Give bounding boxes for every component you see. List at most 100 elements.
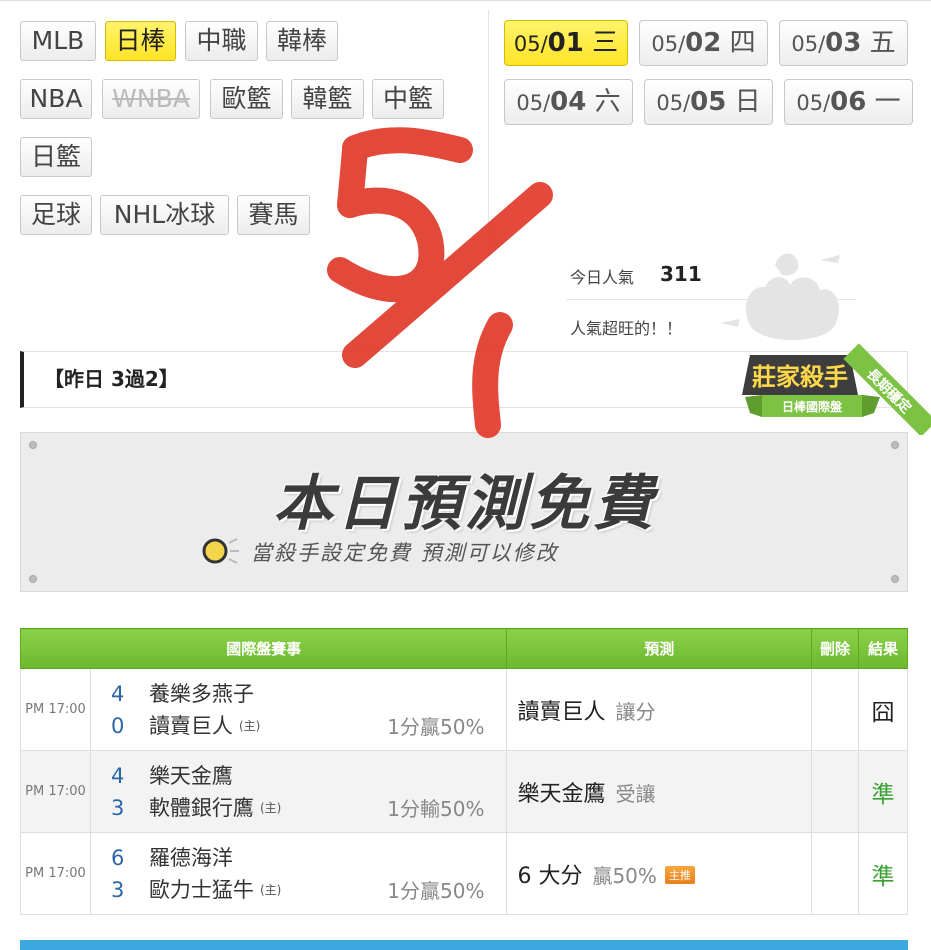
date-day: 01	[547, 28, 584, 58]
home-tag: (主)	[259, 800, 282, 815]
prediction-cell: 讀賣巨人 讓分	[506, 668, 813, 751]
match-cell: 4 養樂多燕子 0 讀賣巨人 (主) 1分贏50%	[89, 668, 508, 751]
date-button-0501[interactable]: 05/01 三	[504, 20, 628, 66]
top-border	[0, 0, 931, 4]
game-time: PM 17:00	[20, 750, 91, 833]
date-day: 05	[690, 87, 727, 117]
date-button-0504[interactable]: 05/04 六	[504, 79, 633, 125]
bookmaker-killer-badge: 莊家殺手 日棒國際盤 長期穩定	[742, 343, 931, 435]
prediction-cell: 6 大分 贏50% 主推	[506, 832, 813, 915]
delete-cell	[811, 750, 859, 833]
date-button-0506[interactable]: 05/06 一	[784, 79, 913, 125]
sport-tab-chn-basketball[interactable]: 中籃	[372, 79, 444, 119]
prediction-type: 贏50%	[592, 863, 657, 888]
popularity-message: 人氣超旺的！！	[570, 319, 683, 338]
date-button-0502[interactable]: 05/02 四	[639, 20, 768, 66]
home-team[interactable]: 歐力士猛牛	[149, 874, 254, 906]
header-match: 國際盤賽事	[19, 628, 508, 669]
game-time: PM 17:00	[20, 832, 91, 915]
prediction-cell: 樂天金鷹 受讓	[506, 750, 813, 833]
date-month: 05/	[513, 32, 548, 56]
prediction-pick: 讀賣巨人	[517, 699, 606, 725]
match-cell: 6 羅德海洋 3 歐力士猛牛 (主) 1分贏50%	[89, 832, 508, 915]
date-day: 02	[685, 28, 722, 58]
date-day: 06	[830, 87, 867, 117]
date-month: 05/	[516, 91, 551, 115]
date-month: 05/	[796, 91, 831, 115]
away-score: 4	[110, 763, 125, 788]
popularity-label: 今日人氣	[570, 268, 635, 287]
date-weekday: 六	[594, 87, 621, 117]
free-prediction-banner: 本日預測免費 當殺手設定免費 預測可以修改	[20, 432, 908, 592]
delete-cell	[811, 832, 859, 915]
game-time: PM 17:00	[20, 668, 91, 751]
sport-tab-euro-basketball[interactable]: 歐籃	[210, 79, 283, 119]
sport-tab-cpbl[interactable]: 中職	[185, 21, 258, 61]
away-team[interactable]: 羅德海洋	[149, 842, 233, 874]
next-table-header	[20, 940, 908, 950]
table-row: PM 17:00 6 羅德海洋 3 歐力士猛牛 (主) 1分贏50% 6 大分 贏50%…	[20, 832, 908, 915]
sport-tab-horse-racing[interactable]: 賽馬	[237, 195, 310, 235]
sport-tab-kor-basketball[interactable]: 韓籃	[291, 79, 364, 119]
badge-title: 莊家殺手	[752, 363, 848, 391]
table-row: PM 17:00 4 樂天金鷹 3 軟體銀行鷹 (主) 1分輸50% 樂天金鷹 受讓 準	[20, 750, 908, 833]
column-divider	[488, 10, 489, 255]
result-cell: 準	[858, 750, 908, 833]
date-weekday: 三	[592, 28, 619, 58]
date-weekday: 四	[729, 28, 756, 58]
date-day: 03	[825, 28, 862, 58]
sport-tab-nba[interactable]: NBA	[20, 79, 92, 119]
date-month: 05/	[651, 32, 686, 56]
table-row: PM 17:00 4 養樂多燕子 0 讀賣巨人 (主) 1分贏50% 讀賣巨人 讓分 囧	[20, 668, 908, 751]
date-weekday: 日	[734, 87, 761, 117]
lightbulb-icon	[202, 538, 239, 564]
prediction-type: 受讓	[615, 781, 656, 806]
date-weekday: 一	[874, 87, 901, 117]
badge-sub: 日棒國際盤	[782, 399, 843, 414]
prediction-type: 讓分	[615, 699, 656, 724]
sport-tab-wnba[interactable]: WNBA	[102, 79, 200, 119]
free-banner-title: 本日預測免費	[273, 469, 657, 539]
free-banner-subtitle: 當殺手設定免費 預測可以修改	[202, 537, 559, 567]
sport-tab-soccer[interactable]: 足球	[20, 195, 92, 235]
free-banner-subtitle-text: 當殺手設定免費 預測可以修改	[251, 541, 559, 565]
handicap-odds: 1分贏50%	[387, 715, 485, 739]
sport-tab-mlb[interactable]: MLB	[20, 21, 96, 61]
header-prediction: 預測	[506, 628, 813, 669]
header-result: 結果	[858, 628, 908, 669]
header-delete: 刪除	[811, 628, 859, 669]
date-weekday: 五	[869, 28, 896, 58]
rivet-icon	[891, 575, 899, 583]
date-button-0503[interactable]: 05/03 五	[779, 20, 908, 66]
popularity-value: 311	[660, 262, 702, 286]
home-score: 3	[110, 877, 125, 902]
date-month: 05/	[791, 32, 826, 56]
home-score: 0	[110, 713, 125, 738]
sport-tab-jpn-basketball[interactable]: 日籃	[20, 137, 92, 177]
rivet-icon	[29, 441, 37, 449]
sport-tab-jpn-baseball[interactable]: 日棒	[105, 21, 176, 61]
date-button-0505[interactable]: 05/05 日	[644, 79, 773, 125]
away-team[interactable]: 養樂多燕子	[149, 678, 254, 710]
games-table: 國際盤賽事 預測 刪除 結果 PM 17:00 4 養樂多燕子 0 讀賣巨人 (主) …	[19, 628, 908, 915]
result-cell: 囧	[858, 668, 908, 751]
table-header-row: 國際盤賽事 預測 刪除 結果	[19, 628, 908, 669]
handicap-odds: 1分贏50%	[387, 879, 485, 903]
result-cell: 準	[858, 832, 908, 915]
date-month: 05/	[656, 91, 691, 115]
popularity-divider	[566, 299, 856, 300]
away-team[interactable]: 樂天金鷹	[149, 760, 233, 792]
home-team[interactable]: 讀賣巨人	[149, 710, 233, 742]
date-day: 04	[550, 87, 587, 117]
delete-cell	[811, 668, 859, 751]
sport-tab-nhl[interactable]: NHL冰球	[100, 195, 229, 235]
rivet-icon	[29, 575, 37, 583]
prediction-pick: 樂天金鷹	[517, 781, 606, 807]
handicap-odds: 1分輸50%	[387, 797, 485, 821]
home-team[interactable]: 軟體銀行鷹	[149, 792, 254, 824]
prediction-pick: 6 大分	[517, 863, 583, 889]
match-cell: 4 樂天金鷹 3 軟體銀行鷹 (主) 1分輸50%	[89, 750, 508, 833]
home-tag: (主)	[238, 718, 261, 733]
sport-tab-kbo[interactable]: 韓棒	[266, 21, 338, 61]
home-tag: (主)	[259, 882, 282, 897]
